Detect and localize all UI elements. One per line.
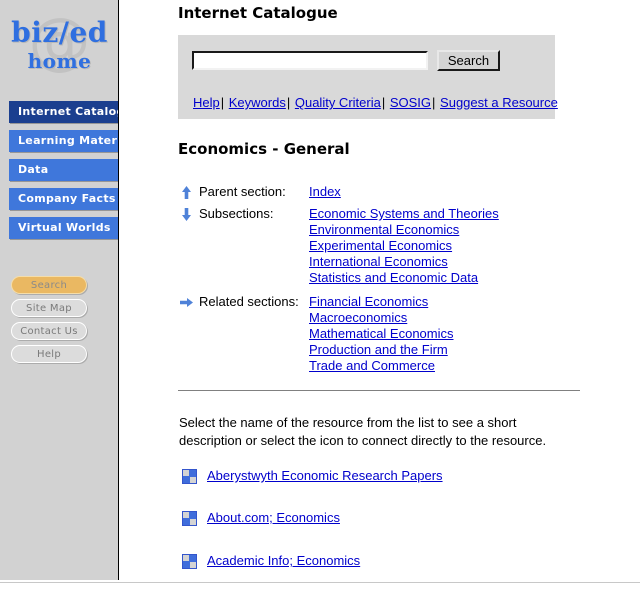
link-environmental-economics[interactable]: Environmental Economics bbox=[309, 222, 499, 238]
parent-section-label: Parent section: bbox=[199, 184, 286, 199]
subsections-label: Subsections: bbox=[199, 206, 274, 221]
quick-link-suggest-a-resource[interactable]: Suggest a Resource bbox=[440, 95, 558, 110]
related-sections-label: Related sections: bbox=[199, 294, 299, 309]
sidebar-item-learning-materials[interactable]: Learning Materials bbox=[9, 130, 130, 152]
arrow-up-icon bbox=[182, 186, 191, 199]
link-mathematical-economics[interactable]: Mathematical Economics bbox=[309, 326, 454, 342]
sidebar-site-map-button[interactable]: Site Map bbox=[11, 299, 87, 317]
link-statistics-and-economic-data[interactable]: Statistics and Economic Data bbox=[309, 270, 499, 286]
quick-link-separator: | bbox=[220, 95, 225, 110]
resource-instructions: Select the name of the resource from the… bbox=[179, 415, 547, 448]
link-trade-and-commerce[interactable]: Trade and Commerce bbox=[309, 358, 454, 374]
related-sections-links: Financial Economics Macroeconomics Mathe… bbox=[309, 294, 454, 374]
sidebar-item-company-facts[interactable]: Company Facts bbox=[9, 188, 130, 210]
page-title: Internet Catalogue bbox=[178, 4, 338, 22]
site-logo[interactable]: @ biz/ed home bbox=[0, 8, 119, 80]
section-divider bbox=[178, 389, 580, 391]
sidebar-item-internet-catalogue[interactable]: Internet Catalogue bbox=[9, 101, 130, 123]
link-financial-economics[interactable]: Financial Economics bbox=[309, 294, 454, 310]
resource-link-icon[interactable] bbox=[182, 511, 197, 526]
quick-links-bar: Help| Keywords| Quality Criteria| SOSIG|… bbox=[192, 95, 559, 110]
resource-link-icon[interactable] bbox=[182, 554, 197, 569]
search-panel: Search Help| Keywords| Quality Criteria|… bbox=[178, 35, 558, 119]
section-title: Economics - General bbox=[178, 140, 350, 158]
parent-section-links: Index bbox=[309, 184, 341, 200]
link-international-economics[interactable]: International Economics bbox=[309, 254, 499, 270]
link-index[interactable]: Index bbox=[309, 184, 341, 200]
resource-name-link[interactable]: About.com; Economics bbox=[207, 510, 340, 526]
logo-secondary-text: home bbox=[27, 49, 92, 73]
arrow-down-icon bbox=[182, 208, 191, 221]
quick-link-sosig[interactable]: SOSIG bbox=[390, 95, 431, 110]
sidebar-item-data[interactable]: Data bbox=[9, 159, 130, 181]
link-experimental-economics[interactable]: Experimental Economics bbox=[309, 238, 499, 254]
arrow-right-icon bbox=[180, 298, 193, 307]
sidebar: @ biz/ed home Internet Catalogue Learnin… bbox=[0, 0, 130, 580]
main-content: Internet Catalogue Search Help| Keywords… bbox=[119, 0, 640, 582]
search-button[interactable]: Search bbox=[437, 50, 500, 71]
sidebar-item-virtual-worlds[interactable]: Virtual Worlds bbox=[9, 217, 130, 239]
quick-link-separator: | bbox=[286, 95, 291, 110]
resource-name-link[interactable]: Academic Info; Economics bbox=[207, 553, 360, 569]
quick-link-separator: | bbox=[432, 95, 436, 110]
quick-link-separator: | bbox=[381, 95, 386, 110]
link-economic-systems-and-theories[interactable]: Economic Systems and Theories bbox=[309, 206, 499, 222]
search-input[interactable] bbox=[192, 51, 428, 70]
quick-link-keywords[interactable]: Keywords bbox=[229, 95, 286, 110]
sidebar-contact-us-button[interactable]: Contact Us bbox=[11, 322, 87, 340]
sidebar-help-button[interactable]: Help bbox=[11, 345, 87, 363]
link-macroeconomics[interactable]: Macroeconomics bbox=[309, 310, 454, 326]
resource-link-icon[interactable] bbox=[182, 469, 197, 484]
quick-link-quality-criteria[interactable]: Quality Criteria bbox=[295, 95, 381, 110]
link-production-and-the-firm[interactable]: Production and the Firm bbox=[309, 342, 454, 358]
logo-primary-text: biz/ed bbox=[11, 16, 108, 49]
subsections-links: Economic Systems and Theories Environmen… bbox=[309, 206, 499, 286]
sidebar-search-button[interactable]: Search bbox=[11, 276, 87, 294]
quick-link-help[interactable]: Help bbox=[193, 95, 220, 110]
resource-name-link[interactable]: Aberystwyth Economic Research Papers bbox=[207, 468, 443, 484]
